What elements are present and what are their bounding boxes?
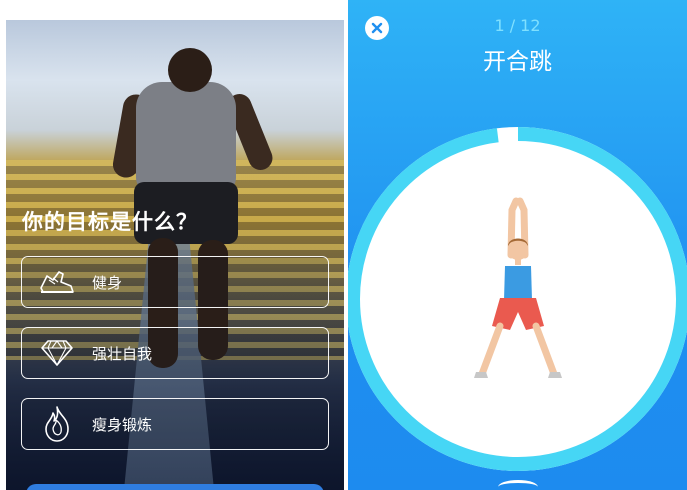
goal-option-label: 瘦身锻炼	[92, 415, 153, 434]
status-bar	[6, 0, 344, 20]
goal-question: 你的目标是什么？	[22, 210, 198, 234]
runner-head	[168, 48, 212, 92]
goal-selection-screen: 你的目标是什么？ 健身 强壮自我 瘦身锻炼	[6, 0, 344, 490]
goal-option-strong[interactable]: 强壮自我	[21, 327, 329, 379]
flame-icon	[22, 398, 92, 450]
goal-option-slim[interactable]: 瘦身锻炼	[21, 398, 329, 450]
goal-option-label: 健身	[92, 273, 123, 292]
timer-ring	[348, 127, 687, 471]
goal-option-label: 强壮自我	[92, 344, 153, 363]
goal-option-fitness[interactable]: 健身	[21, 256, 329, 308]
swipe-indicator	[498, 480, 538, 490]
continue-button[interactable]	[26, 484, 324, 490]
exercise-screen: 1 / 12 开合跳	[348, 0, 687, 490]
running-shoe-icon	[22, 256, 92, 308]
runner-torso	[136, 82, 236, 192]
diamond-icon	[22, 327, 92, 379]
